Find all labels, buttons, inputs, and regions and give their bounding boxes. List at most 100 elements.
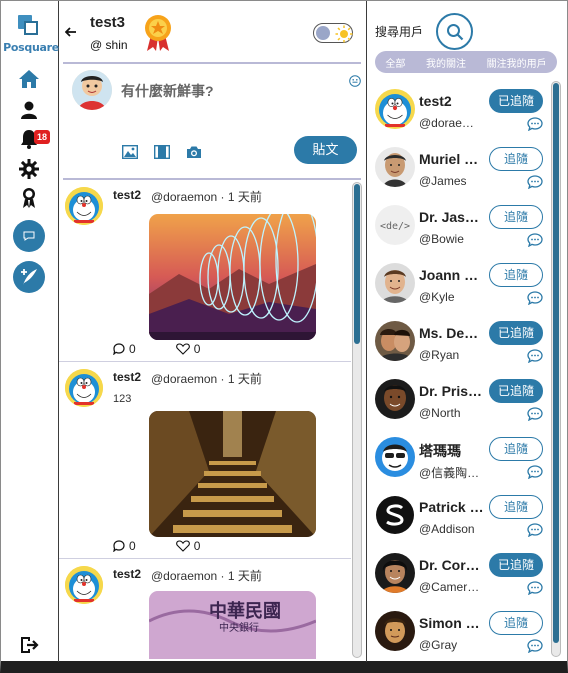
user-name[interactable]: Ms. De…	[419, 325, 485, 341]
search-button[interactable]	[436, 13, 473, 50]
user-name[interactable]: 塔瑪瑪	[419, 441, 485, 461]
follow-button[interactable]: 追隨	[489, 611, 543, 635]
post-image[interactable]	[149, 411, 316, 537]
message-icon[interactable]	[527, 523, 543, 542]
compose-input[interactable]: 有什麼新鮮事?	[121, 81, 214, 101]
new-post-button[interactable]	[13, 261, 45, 293]
reply-count: 0	[129, 539, 136, 553]
message-icon[interactable]	[527, 465, 543, 484]
user-row[interactable]: Simon … @Gray 追隨	[367, 603, 553, 659]
user-row[interactable]: Dr. Cor… @Camer… 已追隨	[367, 545, 553, 603]
follow-button[interactable]: 已追隨	[489, 89, 543, 113]
message-icon[interactable]	[527, 349, 543, 368]
user-name[interactable]: Joann …	[419, 267, 485, 283]
user-name[interactable]: test2	[419, 93, 485, 109]
user-avatar[interactable]	[375, 321, 415, 361]
chat-button[interactable]	[13, 220, 45, 252]
svg-text:<de/>: <de/>	[380, 221, 410, 232]
user-name[interactable]: Simon …	[419, 615, 485, 631]
post-author[interactable]: test2	[113, 370, 141, 384]
user-avatar[interactable]	[375, 553, 415, 593]
reply-icon	[113, 540, 125, 552]
user-row[interactable]: Ms. De… @Ryan 已追隨	[367, 313, 553, 371]
logout-icon[interactable]	[17, 633, 41, 657]
message-icon[interactable]	[527, 581, 543, 600]
logo-icon	[18, 15, 40, 37]
user-row[interactable]: test2 @dorae… 已追隨	[367, 81, 553, 139]
user-avatar[interactable]	[375, 611, 415, 651]
user-row[interactable]: Patrick … @Addison 追隨	[367, 487, 553, 545]
reply-action[interactable]: 0	[113, 342, 136, 356]
user-name[interactable]: Dr. Cor…	[419, 557, 485, 573]
user-row[interactable]: Dr. Pris… @North 已追隨	[367, 371, 553, 429]
user-avatar[interactable]: <de/>	[375, 205, 415, 245]
post-avatar[interactable]	[65, 566, 103, 604]
user-row[interactable]: <de/> Dr. Jas… @Bowie 追隨	[367, 197, 553, 255]
reply-action[interactable]: 0	[113, 539, 136, 553]
settings-gear-icon[interactable]	[17, 157, 41, 181]
theme-toggle[interactable]	[313, 23, 353, 43]
like-count: 0	[193, 539, 201, 553]
user-handle: @Kyle	[419, 290, 455, 304]
video-upload-icon[interactable]	[153, 143, 171, 161]
follow-button[interactable]: 已追隨	[489, 321, 543, 345]
post-image[interactable]	[149, 214, 316, 340]
post-button[interactable]: 貼文	[294, 136, 357, 164]
message-icon[interactable]	[527, 291, 543, 310]
post-image[interactable]: 中華民國 中央銀行	[149, 591, 316, 659]
filter-tab-followers[interactable]: 關注我的用戶	[487, 55, 547, 70]
image-upload-icon[interactable]	[121, 143, 139, 161]
like-action[interactable]: 0	[175, 342, 200, 356]
follow-button[interactable]: 追隨	[489, 495, 543, 519]
post-meta: @doraemon · 1 天前	[151, 372, 262, 386]
follow-button[interactable]: 追隨	[489, 437, 543, 461]
emoji-icon[interactable]	[349, 74, 361, 92]
message-icon[interactable]	[527, 407, 543, 426]
post-avatar[interactable]	[65, 187, 103, 225]
home-icon[interactable]	[17, 67, 41, 91]
post-item[interactable]: test2 @doraemon · 1 天前 中華民國 中央銀行	[59, 560, 351, 659]
user-name[interactable]: Dr. Jas…	[419, 209, 485, 225]
user-avatar[interactable]	[375, 495, 415, 535]
follow-button[interactable]: 已追隨	[489, 379, 543, 403]
user-name[interactable]: Dr. Pris…	[419, 383, 485, 399]
post-author[interactable]: test2	[113, 567, 141, 581]
user-row[interactable]: 塔瑪瑪 @信義陶… 追隨	[367, 429, 553, 487]
post-author[interactable]: test2	[113, 188, 141, 202]
user-avatar[interactable]	[375, 89, 415, 129]
user-list-scrollbar[interactable]	[551, 81, 561, 657]
message-icon[interactable]	[527, 233, 543, 252]
message-icon[interactable]	[527, 117, 543, 136]
message-icon[interactable]	[527, 639, 543, 658]
post-item[interactable]: test2 @doraemon · 1 天前 123 0 0	[59, 363, 351, 559]
feed-scrollbar[interactable]	[352, 182, 362, 658]
user-name[interactable]: Patrick …	[419, 499, 485, 515]
camera-icon[interactable]	[185, 143, 203, 161]
user-row[interactable]: Muriel … @James 追隨	[367, 139, 553, 197]
user-list-scrollbar-thumb[interactable]	[553, 83, 559, 643]
message-icon[interactable]	[527, 175, 543, 194]
feed-scrollbar-thumb[interactable]	[354, 184, 360, 344]
follow-button[interactable]: 追隨	[489, 147, 543, 171]
filter-tab-all[interactable]: 全部	[385, 55, 405, 70]
app-logo[interactable]: Posquare	[3, 15, 59, 59]
chat-icon	[23, 231, 35, 241]
award-ribbon-icon[interactable]	[17, 186, 41, 210]
filter-tab-following[interactable]: 我的關注	[426, 55, 466, 70]
like-action[interactable]: 0	[175, 539, 201, 553]
user-name[interactable]: Muriel …	[419, 151, 485, 167]
user-row[interactable]: Joann … @Kyle 追隨	[367, 255, 553, 313]
back-arrow-icon[interactable]	[64, 25, 77, 41]
post-item[interactable]: test2 @doraemon · 1 天前 0 0	[59, 181, 351, 362]
user-avatar[interactable]	[375, 437, 415, 477]
user-avatar[interactable]	[375, 379, 415, 419]
profile-icon[interactable]	[17, 98, 41, 122]
user-avatar[interactable]	[375, 263, 415, 303]
follow-button[interactable]: 已追隨	[489, 553, 543, 577]
follow-button[interactable]: 追隨	[489, 263, 543, 287]
reply-count: 0	[129, 342, 136, 356]
my-avatar[interactable]	[72, 70, 112, 110]
follow-button[interactable]: 追隨	[489, 205, 543, 229]
user-avatar[interactable]	[375, 147, 415, 187]
post-avatar[interactable]	[65, 369, 103, 407]
